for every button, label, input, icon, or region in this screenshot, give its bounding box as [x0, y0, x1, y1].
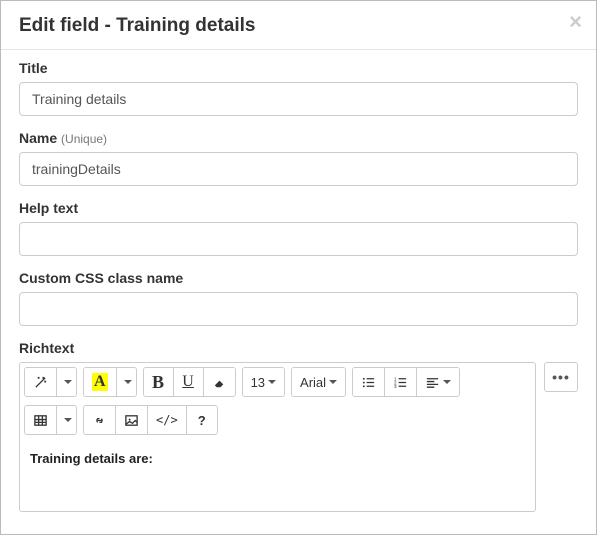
font-color-button[interactable]: A	[84, 368, 117, 396]
richtext-label: Richtext	[19, 340, 578, 356]
help-icon: ?	[198, 413, 206, 428]
unordered-list-icon	[361, 375, 376, 390]
code-icon: </>	[156, 413, 178, 427]
fontsize-label: 13	[251, 375, 265, 390]
link-icon	[92, 413, 107, 428]
name-group: Name (Unique)	[19, 130, 578, 186]
bold-button[interactable]: B	[144, 368, 174, 396]
edit-field-modal: Edit field - Training details × Title Na…	[0, 0, 597, 535]
image-button[interactable]	[116, 406, 148, 434]
richtext-toolbar: A B U 13	[20, 363, 535, 397]
caret-down-icon	[329, 380, 337, 384]
magic-wand-icon	[33, 375, 48, 390]
fontname-button[interactable]: Arial	[292, 368, 345, 396]
fontsize-button[interactable]: 13	[243, 368, 284, 396]
caret-down-icon	[64, 380, 72, 384]
table-button[interactable]	[25, 406, 57, 434]
ordered-list-icon: 123	[393, 375, 408, 390]
table-dropdown[interactable]	[57, 406, 76, 434]
name-label-text: Name	[19, 130, 57, 146]
richtext-editor: A B U 13	[19, 362, 536, 512]
caret-down-icon	[64, 418, 72, 422]
cssclass-label: Custom CSS class name	[19, 270, 578, 286]
modal-header: Edit field - Training details ×	[1, 1, 596, 50]
caret-down-icon	[124, 380, 132, 384]
svg-text:3: 3	[394, 384, 397, 389]
title-group: Title	[19, 60, 578, 116]
image-icon	[124, 413, 139, 428]
eraser-icon	[212, 375, 227, 390]
richtext-content[interactable]: Training details are:	[20, 441, 535, 511]
helptext-group: Help text	[19, 200, 578, 256]
ol-button[interactable]: 123	[385, 368, 417, 396]
modal-title: Edit field - Training details	[19, 15, 578, 37]
caret-down-icon	[268, 380, 276, 384]
name-label: Name (Unique)	[19, 130, 578, 146]
richtext-toolbar-row2: </> ?	[20, 401, 535, 441]
cssclass-input[interactable]	[19, 292, 578, 326]
cssclass-group: Custom CSS class name	[19, 270, 578, 326]
overflow-button[interactable]: •••	[544, 362, 578, 392]
magic-button[interactable]	[25, 368, 57, 396]
codeview-button[interactable]: </>	[148, 406, 187, 434]
helptext-label: Help text	[19, 200, 578, 216]
title-label: Title	[19, 60, 578, 76]
name-input[interactable]	[19, 152, 578, 186]
table-icon	[33, 413, 48, 428]
close-button[interactable]: ×	[569, 11, 582, 33]
paragraph-button[interactable]	[417, 368, 459, 396]
bold-icon: B	[152, 372, 164, 393]
font-color-dropdown[interactable]	[117, 368, 136, 396]
helptext-input[interactable]	[19, 222, 578, 256]
caret-down-icon	[443, 380, 451, 384]
link-button[interactable]	[84, 406, 116, 434]
align-left-icon	[425, 375, 440, 390]
eraser-button[interactable]	[204, 368, 235, 396]
help-button[interactable]: ?	[187, 406, 217, 434]
font-color-icon: A	[92, 373, 108, 391]
underline-button[interactable]: U	[174, 368, 204, 396]
modal-body: Title Name (Unique) Help text Custom CSS…	[1, 50, 596, 535]
richtext-group: Richtext A	[19, 340, 578, 512]
ul-button[interactable]	[353, 368, 385, 396]
title-input[interactable]	[19, 82, 578, 116]
magic-dropdown[interactable]	[57, 368, 76, 396]
name-label-hint: (Unique)	[61, 132, 107, 146]
fontname-label: Arial	[300, 375, 326, 390]
underline-icon: U	[182, 373, 194, 391]
